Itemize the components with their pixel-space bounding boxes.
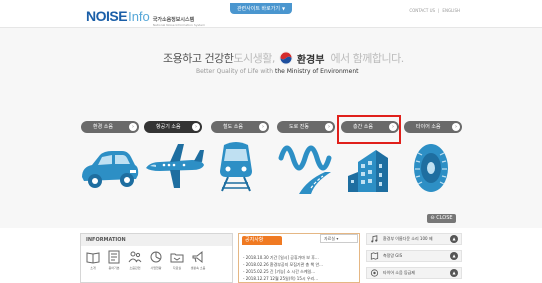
info-item-label: 소개 [90, 266, 96, 270]
arrow-right-icon: › [129, 123, 137, 131]
notice-tab[interactable]: 공지사항 [242, 236, 282, 245]
info-item-life-noise[interactable]: 생활속 소음 [189, 250, 207, 270]
category-label: 철도 소음 [223, 124, 243, 130]
quick-link-label: 환경부 이름다운 소리 100 제 [383, 236, 433, 241]
government-emblem-icon [279, 51, 293, 65]
notice-item[interactable]: - 2015.02.25 긴 [기능] 소 시간 스케일... [243, 268, 323, 275]
dropdown-arrow-icon: ▼ [281, 6, 286, 11]
building-icon[interactable] [344, 142, 396, 194]
ministry-name: 환경부 [296, 54, 325, 66]
category-label: 타이어 소음 [416, 124, 441, 130]
people-icon [128, 251, 142, 263]
quick-link-gis[interactable]: 측정망 GIS ▲ [366, 250, 462, 262]
top-bar: NOISE Info 국가소음정보시스템 National Noise Info… [0, 0, 542, 28]
category-railway-noise[interactable]: 철도 소음 › [211, 121, 269, 133]
music-icon [371, 235, 378, 243]
english-link[interactable]: ENGLISH [442, 8, 460, 13]
info-item-label: 자료실 [172, 266, 182, 270]
slogan-part-b: 도시생활, [233, 52, 275, 65]
notice-item[interactable]: - 2018.10.30 기간 [일시] 공휴가마 보 후... [243, 254, 323, 261]
slogan-part-d: 에서 함께합니다. [330, 52, 404, 65]
megaphone-icon [192, 250, 203, 264]
arrow-right-icon: › [192, 123, 200, 131]
category-label: 항공기 소음 [156, 124, 181, 130]
quick-links: 환경부 이름다운 소리 100 제 ▲ 측정망 GIS ▲ 타이어 소음 등급제… [366, 233, 462, 283]
slogan-en-b: the Ministry of Environment [275, 68, 359, 75]
arrow-up-icon: ▲ [450, 269, 458, 277]
quick-link-label: 측정망 GIS [383, 253, 403, 258]
quick-link-sound-100[interactable]: 환경부 이름다운 소리 100 제 ▲ [366, 233, 462, 245]
map-icon [370, 252, 379, 260]
close-button[interactable]: ⊖ CLOSE [427, 214, 456, 223]
arrow-right-icon: › [452, 123, 460, 131]
logo-en-text: National Noise Information System [152, 23, 206, 27]
top-links: CONTACT US | ENGLISH [409, 8, 460, 13]
quick-link-label: 타이어 소음 등급제 [383, 270, 415, 275]
notice-item[interactable]: - 2018.12.27 12월 25일(목) 15시 우리... [243, 275, 323, 282]
notice-list: - 2018.10.30 기간 [일시] 공휴가마 보 후... - 2018.… [243, 254, 323, 282]
slogan: 조용하고 건강한 도시생활, 환경부 에서 함께합니다. [163, 50, 404, 66]
category-environmental-noise[interactable]: 환경 소음 › [81, 121, 139, 133]
road-vibration-icon[interactable] [277, 142, 333, 194]
logo-subtitle: 국가소음정보시스템 National Noise Information Sys… [153, 16, 205, 27]
quick-link-tire-grade[interactable]: 타이어 소음 등급제 ▲ [366, 267, 462, 279]
airplane-icon[interactable] [144, 140, 206, 192]
slogan-english: Better Quality of Life with the Ministry… [196, 68, 358, 75]
category-aircraft-noise[interactable]: 항공기 소음 › [144, 121, 202, 133]
info-item-label: 생활속 소음 [190, 266, 206, 270]
notice-item[interactable]: - 2018.02.26 환경부공지 모집기관 총 책 안... [243, 261, 323, 268]
info-item-label: 소음관련 [129, 266, 141, 270]
info-item-terms[interactable]: 용어기본 [105, 250, 123, 270]
bottom-section: INFORMATION 소개 용어기본 소음관련 사업현황 자료실 생활속 소음… [0, 228, 542, 283]
car-icon[interactable] [78, 143, 140, 193]
contact-link[interactable]: CONTACT US [409, 8, 435, 13]
category-label: 도로 진동 [289, 124, 309, 130]
related-sites-label: 관련사이트 바로가기 [236, 6, 280, 12]
logo-accent-text: Info [128, 9, 150, 24]
category-label: 환경 소음 [93, 124, 113, 130]
category-road-vibration[interactable]: 도로 진동 › [277, 121, 335, 133]
tire-icon[interactable] [412, 143, 450, 193]
book-icon [86, 252, 100, 264]
close-label: CLOSE [436, 215, 453, 221]
selection-highlight [337, 115, 401, 144]
tire-small-icon [370, 269, 379, 277]
arrow-up-icon: ▲ [450, 235, 458, 243]
information-icons: 소개 용어기본 소음관련 사업현황 자료실 생활속 소음 [84, 250, 207, 270]
information-panel: INFORMATION 소개 용어기본 소음관련 사업현황 자료실 생활속 소음 [80, 233, 233, 283]
arrow-right-icon: › [259, 123, 267, 131]
archive-select[interactable]: 자료실 ▾ [320, 234, 358, 243]
information-title: INFORMATION [81, 234, 232, 246]
link-divider: | [438, 8, 440, 13]
related-sites-button[interactable]: 관련사이트 바로가기 ▼ [230, 3, 292, 14]
logo-ko-text: 국가소음정보시스템 [152, 17, 195, 23]
info-item-intro[interactable]: 소개 [84, 250, 102, 270]
chart-icon [150, 251, 162, 263]
folder-icon [170, 253, 184, 263]
site-logo[interactable]: NOISE Info 국가소음정보시스템 National Noise Info… [86, 8, 205, 27]
chevron-down-icon: ▾ [336, 236, 339, 241]
train-icon[interactable] [214, 141, 258, 193]
info-item-archive[interactable]: 자료실 [168, 250, 186, 270]
logo-main-text: NOISE [86, 8, 128, 24]
info-item-projects[interactable]: 사업현황 [147, 250, 165, 270]
category-tire-noise[interactable]: 타이어 소음 › [404, 121, 462, 133]
info-item-label: 사업현황 [150, 266, 162, 270]
document-icon [108, 250, 120, 264]
archive-select-label: 자료실 [324, 236, 336, 241]
slogan-en-a: Better Quality of Life with [196, 68, 274, 75]
arrow-up-icon: ▲ [450, 252, 458, 260]
arrow-right-icon: › [325, 123, 333, 131]
close-icon: ⊖ [430, 215, 435, 221]
info-item-noise-related[interactable]: 소음관련 [126, 250, 144, 270]
slogan-part-a: 조용하고 건강한 [163, 52, 234, 65]
info-item-label: 용어기본 [108, 266, 120, 270]
